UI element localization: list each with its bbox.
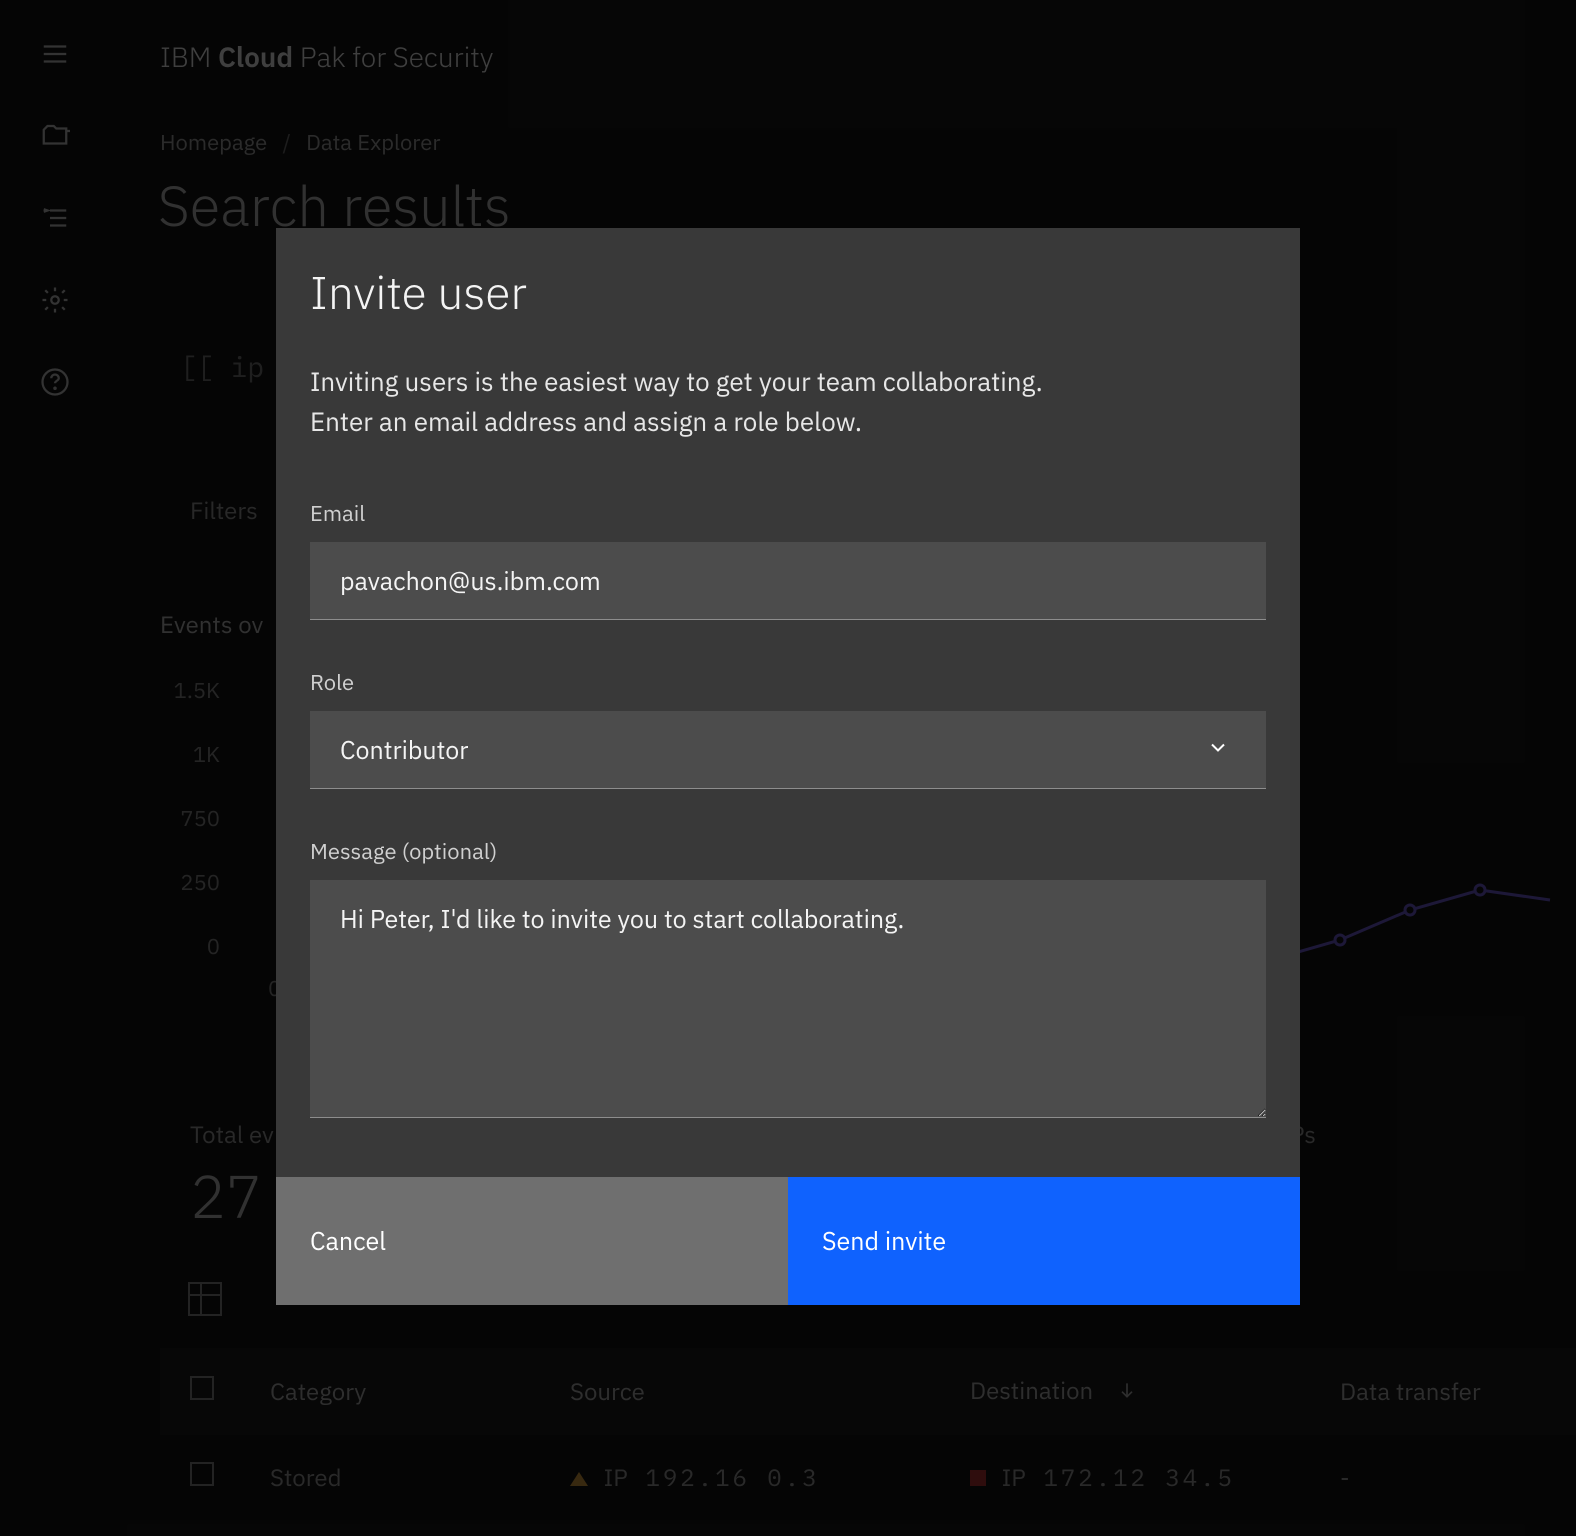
message-label: Message (optional) (310, 837, 1266, 866)
email-label: Email (310, 499, 1266, 528)
email-field[interactable] (310, 542, 1266, 620)
role-label: Role (310, 668, 1266, 697)
message-field[interactable] (310, 880, 1266, 1118)
modal-description: Inviting users is the easiest way to get… (310, 362, 1266, 443)
modal-title: Invite user (310, 262, 1266, 322)
modal-footer: Cancel Send invite (276, 1177, 1300, 1305)
cancel-button[interactable]: Cancel (276, 1177, 788, 1305)
invite-user-modal: Invite user Inviting users is the easies… (276, 228, 1300, 1305)
role-select[interactable]: Contributor (310, 711, 1266, 789)
send-invite-button[interactable]: Send invite (788, 1177, 1300, 1305)
